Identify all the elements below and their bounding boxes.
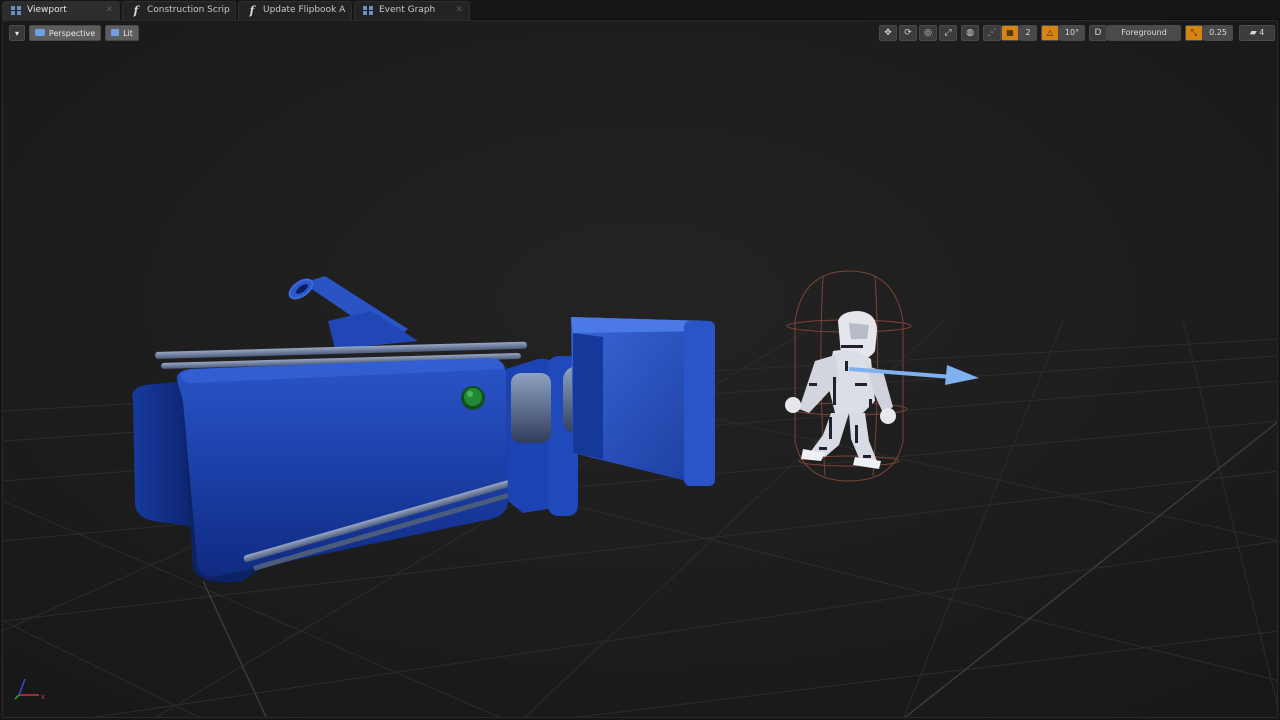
viewport-right-toolbar: ✥ ⟳ ◎ ⤢ ◍ ⋰ ▦ 2 △ 10° D Foreground ⤡ 0.2… <box>879 25 1277 41</box>
axis-x-label: x <box>41 693 45 701</box>
close-icon[interactable]: ✕ <box>455 2 463 19</box>
grid-snap-icon: ▦ <box>1006 28 1014 37</box>
function-icon: f <box>133 4 139 17</box>
globe-icon: ◍ <box>966 28 974 38</box>
scale-box-tool-button[interactable]: ⤢ <box>939 25 957 41</box>
blueprint-editor: Viewport ✕ f Construction Scrip f Update F… <box>0 0 1280 720</box>
world-local-toggle[interactable]: ◍ <box>961 25 979 41</box>
lit-button[interactable]: Lit <box>105 25 139 41</box>
tab-viewport[interactable]: Viewport ✕ <box>2 1 120 20</box>
move-arrows-icon: ✥ <box>884 28 892 38</box>
scene-render <box>3 21 1277 717</box>
tab-label: Event Graph <box>379 5 436 15</box>
chevron-down-icon: ▾ <box>14 29 19 38</box>
lit-label: Lit <box>123 29 133 38</box>
tab-construction-script[interactable]: f Construction Scrip <box>122 1 236 20</box>
rotation-snap-value-text: 10° <box>1064 28 1080 37</box>
tab-label: Construction Scrip <box>147 5 230 15</box>
perspective-button[interactable]: Perspective <box>29 25 101 41</box>
perspective-label: Perspective <box>48 29 96 38</box>
axis-gizmo: x <box>14 678 45 701</box>
scale-icon: ⤢ <box>944 28 952 38</box>
grid-snap-value-text: 2 <box>1025 28 1031 37</box>
layer-icon: D <box>1094 28 1102 38</box>
rotate-tool-button[interactable]: ⟳ <box>899 25 917 41</box>
viewport-options-button[interactable]: ▾ <box>9 25 25 41</box>
viewport-grid-icon <box>9 2 23 19</box>
scale-snap-value-text: 0.25 <box>1209 28 1227 37</box>
tab-event-graph[interactable]: Event Graph ✕ <box>354 1 470 20</box>
editor-tab-strip: Viewport ✕ f Construction Scrip f Update F… <box>0 0 1280 20</box>
scale-snap-toggle[interactable]: ⤡ <box>1185 25 1203 41</box>
camera-icon: ▰ <box>1249 28 1257 38</box>
grid-snap-value[interactable]: 2 <box>1019 25 1037 41</box>
layer-label: Foreground <box>1121 28 1167 37</box>
event-graph-icon <box>361 2 375 19</box>
3d-viewport[interactable]: ▾ Perspective Lit ✥ ⟳ ◎ ⤢ ◍ ⋰ ▦ 2 △ 10° … <box>2 20 1278 718</box>
surface-snap-toggle[interactable]: ⋰ <box>983 25 1001 41</box>
rotation-snap-value[interactable]: 10° <box>1059 25 1085 41</box>
scale-tool-button[interactable]: ◎ <box>919 25 937 41</box>
layer-toggle[interactable]: D <box>1089 25 1107 41</box>
translate-tool-button[interactable]: ✥ <box>879 25 897 41</box>
function-icon: f <box>249 4 255 17</box>
grid-snap-toggle[interactable]: ▦ <box>1001 25 1019 41</box>
rotation-snap-icon: △ <box>1046 28 1054 37</box>
tab-update-flipbook[interactable]: f Update Flipbook A <box>238 1 352 20</box>
layer-dropdown[interactable]: Foreground <box>1107 25 1181 41</box>
surface-snap-icon: ⋰ <box>987 28 997 38</box>
lit-cube-icon <box>111 29 120 36</box>
camera-speed-value: 4 <box>1259 28 1265 37</box>
rotation-snap-toggle[interactable]: △ <box>1041 25 1059 41</box>
scale-snap-icon: ⤡ <box>1190 28 1198 37</box>
perspective-icon <box>34 29 45 36</box>
camera-speed-button[interactable]: ▰ 4 <box>1239 25 1275 41</box>
tab-label: Update Flipbook A <box>263 5 346 15</box>
close-icon[interactable]: ✕ <box>105 2 113 19</box>
scale-snap-value[interactable]: 0.25 <box>1203 25 1233 41</box>
tab-label: Viewport <box>27 5 67 15</box>
orbit-icon: ◎ <box>924 28 932 38</box>
rotate-icon: ⟳ <box>904 28 912 38</box>
